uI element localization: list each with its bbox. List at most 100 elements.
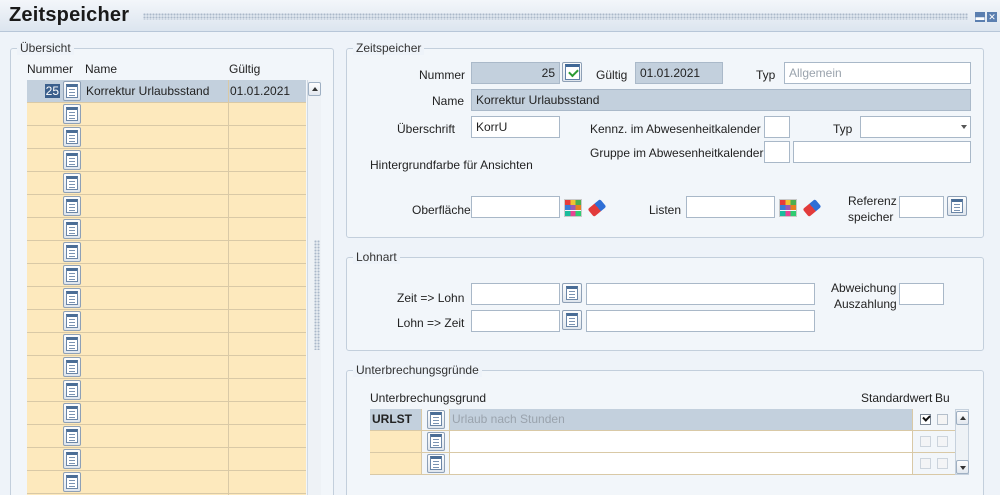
ueberschrift-field[interactable] [471, 116, 560, 138]
row-detail-button[interactable] [63, 403, 81, 423]
referenz-field[interactable] [899, 196, 944, 218]
list-icon [66, 84, 78, 98]
table-row[interactable] [27, 264, 306, 287]
table-row[interactable] [27, 172, 306, 195]
row-detail-button[interactable] [63, 81, 81, 101]
row-detail-button[interactable] [63, 196, 81, 216]
break-code[interactable]: URLST [370, 409, 422, 430]
row-detail-button[interactable] [63, 242, 81, 262]
row-detail-button[interactable] [63, 334, 81, 354]
list-icon [66, 360, 78, 374]
row-detail-button[interactable] [63, 472, 81, 492]
gueltig-field[interactable] [635, 62, 723, 84]
row-detail-button[interactable] [63, 288, 81, 308]
lohn-zeit-lookup-button[interactable] [562, 310, 582, 330]
break-lookup-button[interactable] [427, 410, 445, 429]
zeit-lohn-code-field[interactable] [471, 283, 560, 305]
row-detail-button[interactable] [63, 127, 81, 147]
row-detail-button[interactable] [63, 265, 81, 285]
table-row[interactable] [27, 149, 306, 172]
gruppe-code-field[interactable] [764, 141, 790, 163]
table-row[interactable] [27, 448, 306, 471]
row-detail-button[interactable] [63, 311, 81, 331]
bu-checkbox[interactable] [937, 414, 948, 425]
table-row[interactable] [27, 471, 306, 494]
oberflaeche-field[interactable] [471, 196, 560, 218]
name-field[interactable] [471, 89, 971, 111]
row-detail-button[interactable] [63, 173, 81, 193]
list-icon [66, 429, 78, 443]
default-checkbox[interactable] [920, 436, 931, 447]
list-icon [430, 434, 442, 448]
table-row[interactable] [27, 333, 306, 356]
overview-header-valid: Gültig [229, 62, 261, 76]
scroll-up-icon[interactable] [956, 411, 969, 425]
gruppe-field[interactable] [793, 141, 971, 163]
break-code[interactable] [370, 431, 422, 452]
titlebar-texture [143, 13, 968, 20]
table-row[interactable] [27, 425, 306, 448]
break-lookup-button[interactable] [427, 432, 445, 451]
table-row[interactable] [27, 402, 306, 425]
break-description[interactable] [449, 453, 913, 474]
lohn-zeit-code-field[interactable] [471, 310, 560, 332]
list-icon [66, 314, 78, 328]
break-description[interactable] [449, 431, 913, 452]
scroll-down-icon[interactable] [956, 460, 969, 474]
break-lookup-button[interactable] [427, 454, 445, 473]
nummer-label: Nummer [419, 68, 466, 82]
table-row[interactable] [27, 218, 306, 241]
zeit-lohn-field[interactable] [586, 283, 815, 305]
table-row[interactable] [27, 379, 306, 402]
lohn-zeit-field[interactable] [586, 310, 815, 332]
row-detail-button[interactable] [63, 219, 81, 239]
row-detail-button[interactable] [63, 150, 81, 170]
confirm-number-button[interactable] [562, 62, 582, 82]
table-row[interactable] [27, 103, 306, 126]
row-name [85, 172, 229, 194]
table-row[interactable] [370, 431, 955, 453]
typ2-select[interactable] [860, 116, 971, 138]
row-detail-button[interactable] [63, 357, 81, 377]
row-valid [229, 287, 306, 309]
table-row[interactable] [27, 287, 306, 310]
table-row[interactable] [27, 126, 306, 149]
bu-checkbox[interactable] [937, 458, 948, 469]
row-detail-button[interactable] [63, 426, 81, 446]
row-detail-button[interactable] [63, 104, 81, 124]
typ-field[interactable] [784, 62, 971, 84]
row-name [85, 402, 229, 424]
minimize-icon[interactable]: ▬ [975, 12, 985, 22]
row-detail-button[interactable] [63, 380, 81, 400]
ueberschrift-label: Überschrift [397, 122, 456, 136]
row-detail-button[interactable] [63, 449, 81, 469]
bu-checkbox[interactable] [937, 436, 948, 447]
kennz-field[interactable] [764, 116, 790, 138]
referenz-lookup-button[interactable] [947, 196, 967, 216]
zeit-lohn-lookup-button[interactable] [562, 283, 582, 303]
color-palette-icon[interactable] [564, 199, 582, 217]
row-valid [229, 402, 306, 424]
listen-field[interactable] [686, 196, 775, 218]
break-code[interactable] [370, 453, 422, 474]
table-row[interactable] [27, 356, 306, 379]
break-description[interactable]: Urlaub nach Stunden [449, 409, 913, 430]
scroll-up-icon[interactable] [308, 82, 321, 96]
table-row[interactable] [27, 195, 306, 218]
close-icon[interactable]: ✕ [987, 12, 997, 22]
nummer-field[interactable] [471, 62, 560, 84]
scroll-grip[interactable] [314, 240, 320, 350]
row-number [27, 103, 61, 125]
row-valid [229, 264, 306, 286]
table-row[interactable]: 25 Korrektur Urlaubsstand 01.01.2021 [27, 80, 306, 103]
default-checkbox[interactable] [920, 458, 931, 469]
table-row[interactable] [27, 310, 306, 333]
unterbrechung-scrollbar[interactable] [955, 409, 969, 475]
table-row[interactable] [27, 241, 306, 264]
default-checkbox[interactable] [920, 414, 931, 425]
table-row[interactable] [370, 453, 955, 475]
name-label: Name [432, 94, 465, 108]
color-palette-icon[interactable] [779, 199, 797, 217]
abweichung-field[interactable] [899, 283, 944, 305]
table-row[interactable]: URLST Urlaub nach Stunden [370, 409, 955, 431]
